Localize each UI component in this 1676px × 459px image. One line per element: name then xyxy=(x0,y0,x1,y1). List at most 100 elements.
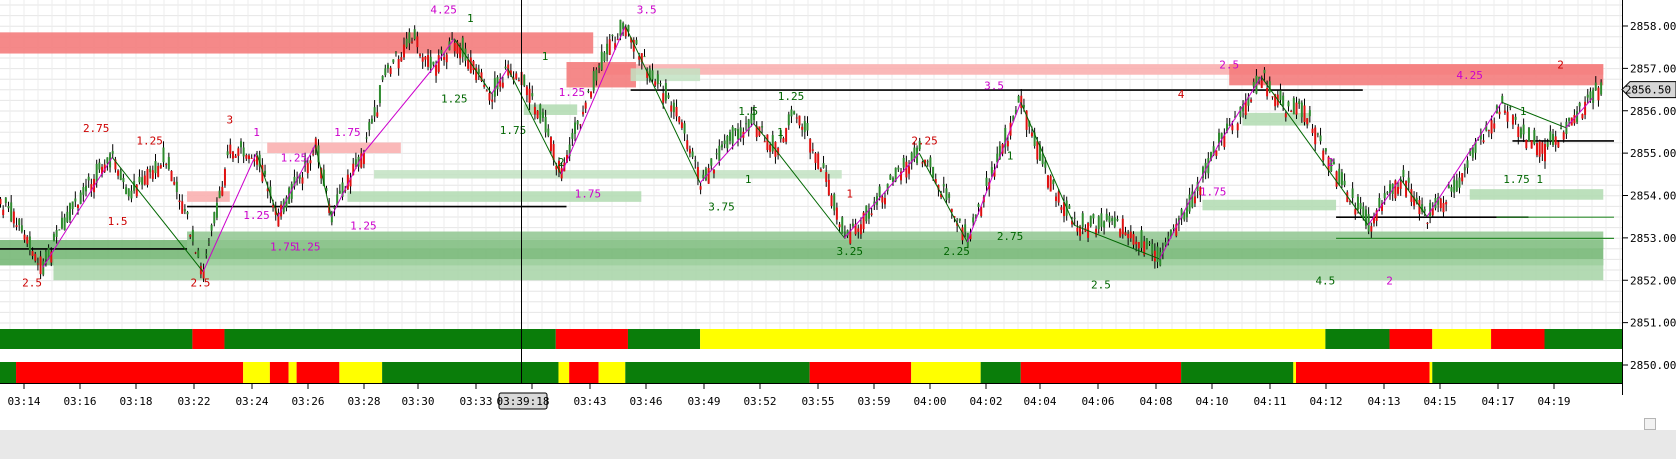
candle-body xyxy=(1343,180,1346,186)
candle-body xyxy=(1541,142,1544,154)
candle-body xyxy=(1405,180,1408,197)
candle-body xyxy=(381,75,384,80)
candle-body xyxy=(678,116,681,123)
candle-body xyxy=(429,56,432,69)
candle-body xyxy=(827,179,830,196)
price-chart[interactable]: 4.2513.511.251.251.752.751.25311.251.751… xyxy=(0,0,1676,459)
candle-body xyxy=(1463,167,1466,171)
candle-body xyxy=(1124,232,1127,236)
candle-body xyxy=(611,34,614,36)
candle-body xyxy=(592,71,595,91)
price-tick-label: 2852.00 xyxy=(1630,274,1676,287)
candle-body xyxy=(817,153,820,169)
candle-body xyxy=(654,81,657,86)
candle-body xyxy=(1519,128,1522,138)
candle-body xyxy=(691,151,694,157)
resistance-zone xyxy=(187,191,230,202)
candle-body xyxy=(809,138,812,153)
candle-body xyxy=(590,91,593,98)
candle-body xyxy=(1527,127,1530,142)
candle-body xyxy=(1383,193,1386,199)
sr-zones xyxy=(0,32,1604,281)
candle-body xyxy=(958,218,961,221)
candle-body xyxy=(386,64,389,69)
candle-body xyxy=(598,65,601,68)
candle-body xyxy=(843,232,846,234)
swing-label: 3.25 xyxy=(836,245,863,258)
candle-body xyxy=(587,91,590,93)
candle-body xyxy=(1426,222,1429,224)
swing-label: 1.75 xyxy=(500,124,527,137)
candle-body xyxy=(803,121,806,132)
candle-body xyxy=(154,161,157,174)
time-tick-label: 03:59 xyxy=(857,395,890,408)
candle-body xyxy=(1506,111,1509,122)
time-tick-label: 03:33 xyxy=(459,395,492,408)
candle-body xyxy=(405,38,408,48)
candle-body xyxy=(1546,141,1549,147)
candle-body xyxy=(55,230,58,237)
candle-body xyxy=(20,225,23,232)
candle-body xyxy=(707,168,710,184)
candle-body xyxy=(461,37,464,57)
scroll-handle[interactable] xyxy=(1644,418,1656,430)
candle-body xyxy=(23,234,26,240)
candle-body xyxy=(394,52,397,54)
candle-body xyxy=(1306,118,1309,125)
candle-body xyxy=(71,201,74,210)
candle-body xyxy=(239,141,242,148)
candle-body xyxy=(1530,140,1533,149)
candle-body xyxy=(1129,231,1132,239)
candle-body xyxy=(1164,242,1167,246)
candle-body xyxy=(210,225,213,231)
horizontal-scrollbar[interactable] xyxy=(0,430,1676,459)
candle-body xyxy=(720,144,723,148)
time-axis: 03:14 03:16 03:18 03:22 03:24 03:26 03:28 03:30… xyxy=(0,383,1622,408)
candle-body xyxy=(1453,179,1456,193)
candle-body xyxy=(1445,201,1448,205)
candle-body xyxy=(798,115,801,126)
candle-body xyxy=(584,102,587,109)
candle-body xyxy=(515,73,518,79)
candle-body xyxy=(531,93,534,97)
candle-body xyxy=(141,177,144,185)
swing-label: 3.5 xyxy=(637,3,657,16)
time-tick-label: 03:24 xyxy=(235,395,268,408)
candle-body xyxy=(1584,101,1587,115)
candle-body xyxy=(702,174,705,179)
trend-band-lower xyxy=(382,362,559,383)
candle-body xyxy=(1167,236,1170,240)
swing-label: 2.75 xyxy=(83,122,110,135)
candle-body xyxy=(28,236,31,251)
candle-body xyxy=(376,112,379,117)
candle-body xyxy=(795,117,798,119)
candle-body xyxy=(1394,180,1397,199)
candle-body xyxy=(723,140,726,145)
candle-body xyxy=(504,66,507,69)
candle-body xyxy=(1044,161,1047,168)
candle-body xyxy=(1135,241,1138,245)
candle-body xyxy=(926,161,929,163)
candle-body xyxy=(221,186,224,196)
candle-body xyxy=(785,128,788,142)
candle-body xyxy=(1354,209,1357,215)
trend-band-upper xyxy=(224,329,556,349)
trend-band-lower xyxy=(558,362,570,383)
candle-body xyxy=(595,69,598,81)
candle-body xyxy=(183,209,186,212)
trend-band-lower xyxy=(1293,362,1296,383)
candle-body xyxy=(312,153,315,155)
candle-body xyxy=(98,162,101,170)
candle-body xyxy=(1458,177,1461,188)
candle-body xyxy=(130,190,133,199)
candle-body xyxy=(1036,141,1039,160)
swing-label: 1.25 xyxy=(350,219,377,232)
time-tick-label: 03:26 xyxy=(291,395,324,408)
price-tick-label: 2858.00 xyxy=(1630,20,1676,33)
candle-body xyxy=(165,163,168,166)
trend-band-lower xyxy=(243,362,270,383)
candle-body xyxy=(1263,69,1266,74)
candle-body xyxy=(662,93,665,103)
swing-label: 2.25 xyxy=(911,135,938,148)
candle-body xyxy=(1338,168,1341,185)
